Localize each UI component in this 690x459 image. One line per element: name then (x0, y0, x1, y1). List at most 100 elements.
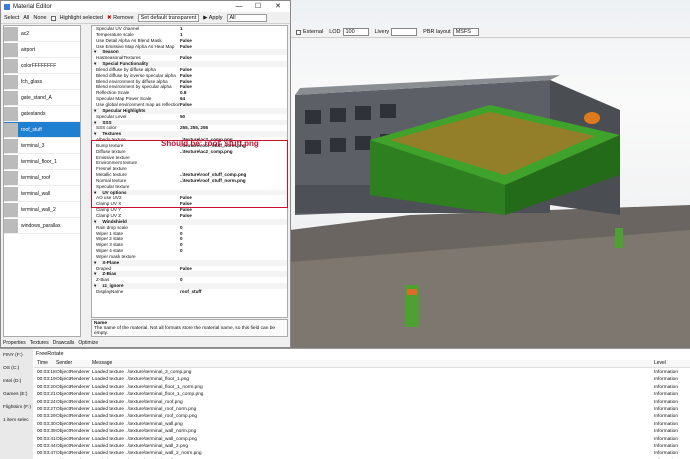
material-name: windows_parallax (21, 222, 61, 229)
livery-dropdown[interactable]: Livery (375, 28, 418, 36)
log-level: Information (654, 399, 678, 405)
drive-item[interactable]: Intel (D:) (0, 375, 33, 388)
property-value[interactable]: 0 (180, 248, 285, 254)
col-time[interactable]: Time (34, 360, 56, 367)
material-thumbnail (4, 90, 18, 105)
select-all-button[interactable]: All (23, 15, 29, 21)
material-item[interactable]: colorFFFFFFFF (4, 58, 80, 74)
log-row[interactable]: 00:03:30 ObjectRenderer Loaded texture ..\… (34, 421, 690, 428)
property-name: DisplayName (96, 288, 124, 294)
log-time: 00:03:41 (37, 436, 56, 442)
log-sender: ObjectRenderer (56, 406, 90, 412)
log-time: 00:03:19 (37, 377, 56, 383)
log-row[interactable]: 00:03:24 ObjectRenderer Loaded texture ..\… (34, 399, 690, 406)
material-list[interactable]: ac2 airport colorFFFFFFFF fch_glass gate_sta… (3, 25, 81, 337)
property-value[interactable]: roof_stuff (180, 289, 285, 295)
apply-icon: ▶ (203, 15, 208, 21)
property-value[interactable]: 255, 255, 255 (180, 125, 285, 131)
drive-list: FINY (F:) OS (C:) Intel (D:) Games (E:) Flig… (0, 349, 33, 459)
filter-select[interactable]: All (226, 14, 267, 22)
external-toggle[interactable]: External (296, 29, 323, 35)
material-item[interactable]: windows_parallax (4, 218, 80, 234)
material-item[interactable]: terminal_roof (4, 170, 80, 186)
material-thumbnail (4, 106, 18, 121)
tab-textures[interactable]: Textures (30, 340, 49, 348)
material-item[interactable]: fch_glass (4, 74, 80, 90)
3d-viewport[interactable]: External LOD 100 Livery PBR layout MSFS (290, 0, 690, 348)
log-row[interactable]: 00:03:44 ObjectRenderer Loaded texture ..\… (34, 443, 690, 450)
drive-item[interactable]: OS (C:) (0, 362, 33, 375)
material-item[interactable]: terminal_wall (4, 186, 80, 202)
material-thumbnail (4, 218, 18, 233)
material-thumbnail (4, 138, 18, 153)
property-row[interactable]: DisplayName roof_stuff (92, 289, 287, 295)
drive-item[interactable]: Games (E:) (0, 388, 33, 401)
log-row[interactable]: 00:03:29 ObjectRenderer Loaded texture ..\… (34, 413, 690, 420)
pbr-layout-select[interactable]: MSFS (452, 28, 479, 36)
col-message[interactable]: Message (92, 360, 654, 367)
property-value[interactable]: False (180, 266, 285, 272)
property-value[interactable]: False (180, 44, 285, 50)
material-item[interactable]: gate_stand_A (4, 90, 80, 106)
material-name: colorFFFFFFFF (21, 62, 57, 69)
log-sender: ObjectRenderer (56, 429, 90, 435)
log-sender: ObjectRenderer (56, 414, 90, 420)
material-item[interactable]: terminal_floor_1 (4, 154, 80, 170)
log-row[interactable]: 00:03:20 ObjectRenderer Loaded texture ..\… (34, 384, 690, 391)
highlight-checkbox[interactable] (50, 15, 56, 21)
property-value[interactable]: False (180, 55, 285, 61)
drive-item[interactable]: 1 item selec (0, 414, 33, 427)
log-level: Information (654, 392, 678, 398)
log-sender: ObjectRenderer (56, 384, 90, 390)
material-item[interactable]: airport (4, 42, 80, 58)
property-value[interactable]: 50 (180, 114, 285, 120)
close-button[interactable]: ✕ (271, 1, 285, 12)
viewport-toolbar: External LOD 100 Livery PBR layout MSFS (290, 27, 690, 38)
property-value[interactable]: False (180, 213, 285, 219)
log-level: Information (654, 429, 678, 435)
log-sender: ObjectRenderer (56, 443, 90, 449)
select-none-button[interactable]: None (33, 15, 46, 21)
log-row[interactable]: 00:03:47 ObjectRenderer Loaded texture ..\… (34, 450, 690, 457)
drive-item[interactable]: Flightsim (F:) (0, 401, 33, 414)
log-sender: ObjectRenderer (56, 436, 90, 442)
log-row[interactable]: 00:03:27 ObjectRenderer Loaded texture ..\… (34, 406, 690, 413)
material-name: terminal_floor_1 (21, 158, 57, 165)
drive-item[interactable]: FINY (F:) (0, 349, 33, 362)
col-level[interactable]: Level (654, 360, 690, 367)
material-item[interactable]: terminal_3 (4, 138, 80, 154)
tab-properties[interactable]: Properties (3, 340, 26, 348)
minimize-button[interactable]: — (232, 1, 246, 12)
material-name: terminal_wall_2 (21, 206, 56, 213)
material-item[interactable]: gatestands (4, 106, 80, 122)
pbr-layout-control[interactable]: PBR layout MSFS (423, 28, 479, 36)
property-value[interactable]: False (180, 102, 285, 108)
log-row[interactable]: 00:03:41 ObjectRenderer Loaded texture ..\… (34, 436, 690, 443)
material-item[interactable]: terminal_wall_2 (4, 202, 80, 218)
remove-button[interactable]: ✖ Remove (107, 15, 134, 21)
log-row[interactable]: 00:03:21 ObjectRenderer Loaded texture ..\… (34, 391, 690, 398)
tab-optimize[interactable]: Optimize (78, 340, 98, 348)
property-value[interactable]: 0 (180, 277, 285, 283)
col-sender[interactable]: Sender (56, 360, 92, 367)
property-description: Name The name of the material. Not all f… (91, 319, 288, 337)
material-name: terminal_3 (21, 142, 45, 149)
livery-select[interactable] (391, 28, 418, 36)
log-row[interactable]: 00:03:18 ObjectRenderer Loaded texture ..\… (34, 369, 690, 376)
material-name: terminal_wall (21, 190, 51, 197)
material-item[interactable]: roof_stuff (4, 122, 80, 138)
preset-select[interactable]: Set default transparent (137, 14, 200, 22)
apply-button[interactable]: ▶ Apply (203, 15, 222, 21)
description-text: The name of the material. Not all format… (94, 326, 276, 336)
material-thumbnail (4, 58, 18, 73)
log-row[interactable]: 00:03:39 ObjectRenderer Loaded texture ..\… (34, 428, 690, 435)
maximize-button[interactable]: ☐ (251, 1, 265, 12)
log-message: Loaded texture ..\texture\terminal_roof_… (92, 406, 197, 412)
log-row[interactable]: 00:03:19 ObjectRenderer Loaded texture ..\… (34, 376, 690, 383)
tab-drawcalls[interactable]: Drawcalls (53, 340, 75, 348)
lod-control[interactable]: LOD 100 (329, 28, 369, 36)
material-name: gatestands (21, 110, 46, 117)
lod-input[interactable]: 100 (342, 28, 369, 36)
log-level: Information (654, 451, 678, 457)
material-item[interactable]: ac2 (4, 26, 80, 42)
